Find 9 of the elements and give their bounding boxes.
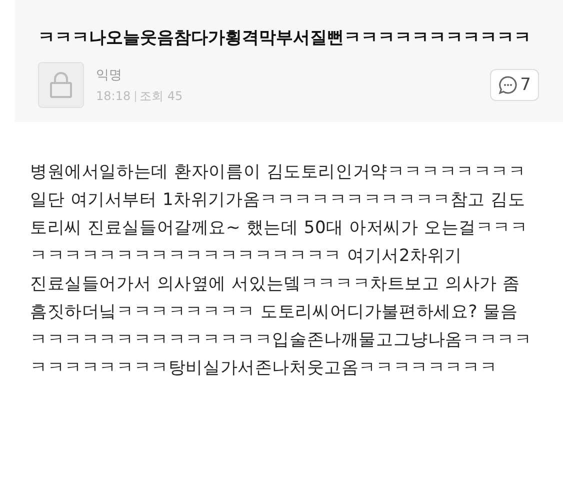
post-paragraph: 진료실들어가서 의사옆에 서있는뎈ㅋㅋㅋㅋ차트보고 의사가 좀 흠짓하더닠ㅋㅋㅋㅋㅋㅋㅋㅋ 도토리씨어디가불편하세요? 물음ㅋㅋㅋㅋㅋㅋㅋㅋㅋㅋㅋㅋㅋㅋ입술존나깨물고그냥나옴ㅋㅋㅋㅋㅋㅋㅋㅋㅋㅋㅋㅋ탕비실가서존나처웃고옴ㅋㅋㅋㅋㅋㅋㅋㅋ	[30, 273, 533, 380]
post-time: 18:18	[96, 89, 131, 103]
comment-button[interactable]: 7	[490, 69, 539, 101]
lock-avatar-icon	[38, 62, 84, 108]
view-count: 조회 45	[140, 88, 183, 104]
speech-bubble-icon	[498, 75, 518, 95]
author-name: 익명	[96, 66, 123, 84]
post-title: ㅋㅋㅋ나오늘웃음참다가횡격막부서질뻔ㅋㅋㅋㅋㅋㅋㅋㅋㅋㅋㅋ	[38, 27, 532, 50]
post-paragraph: 병원에서일하는데 환자이름이 김도토리인거약ㅋㅋㅋㅋㅋㅋㅋㅋ일단 여기서부터 1차위기가옴ㅋㅋㅋㅋㅋㅋㅋㅋㅋㅋㅋ참고 김도토리씨 진료실들어갈께요~ 했는데 50대 아저씨가 오는걸ㅋㅋㅋㅋㅋㅋㅋㅋㅋㅋㅋㅋㅋㅋㅋㅋㅋㅋㅋㅋㅋ 여기서2차위기	[30, 161, 529, 268]
